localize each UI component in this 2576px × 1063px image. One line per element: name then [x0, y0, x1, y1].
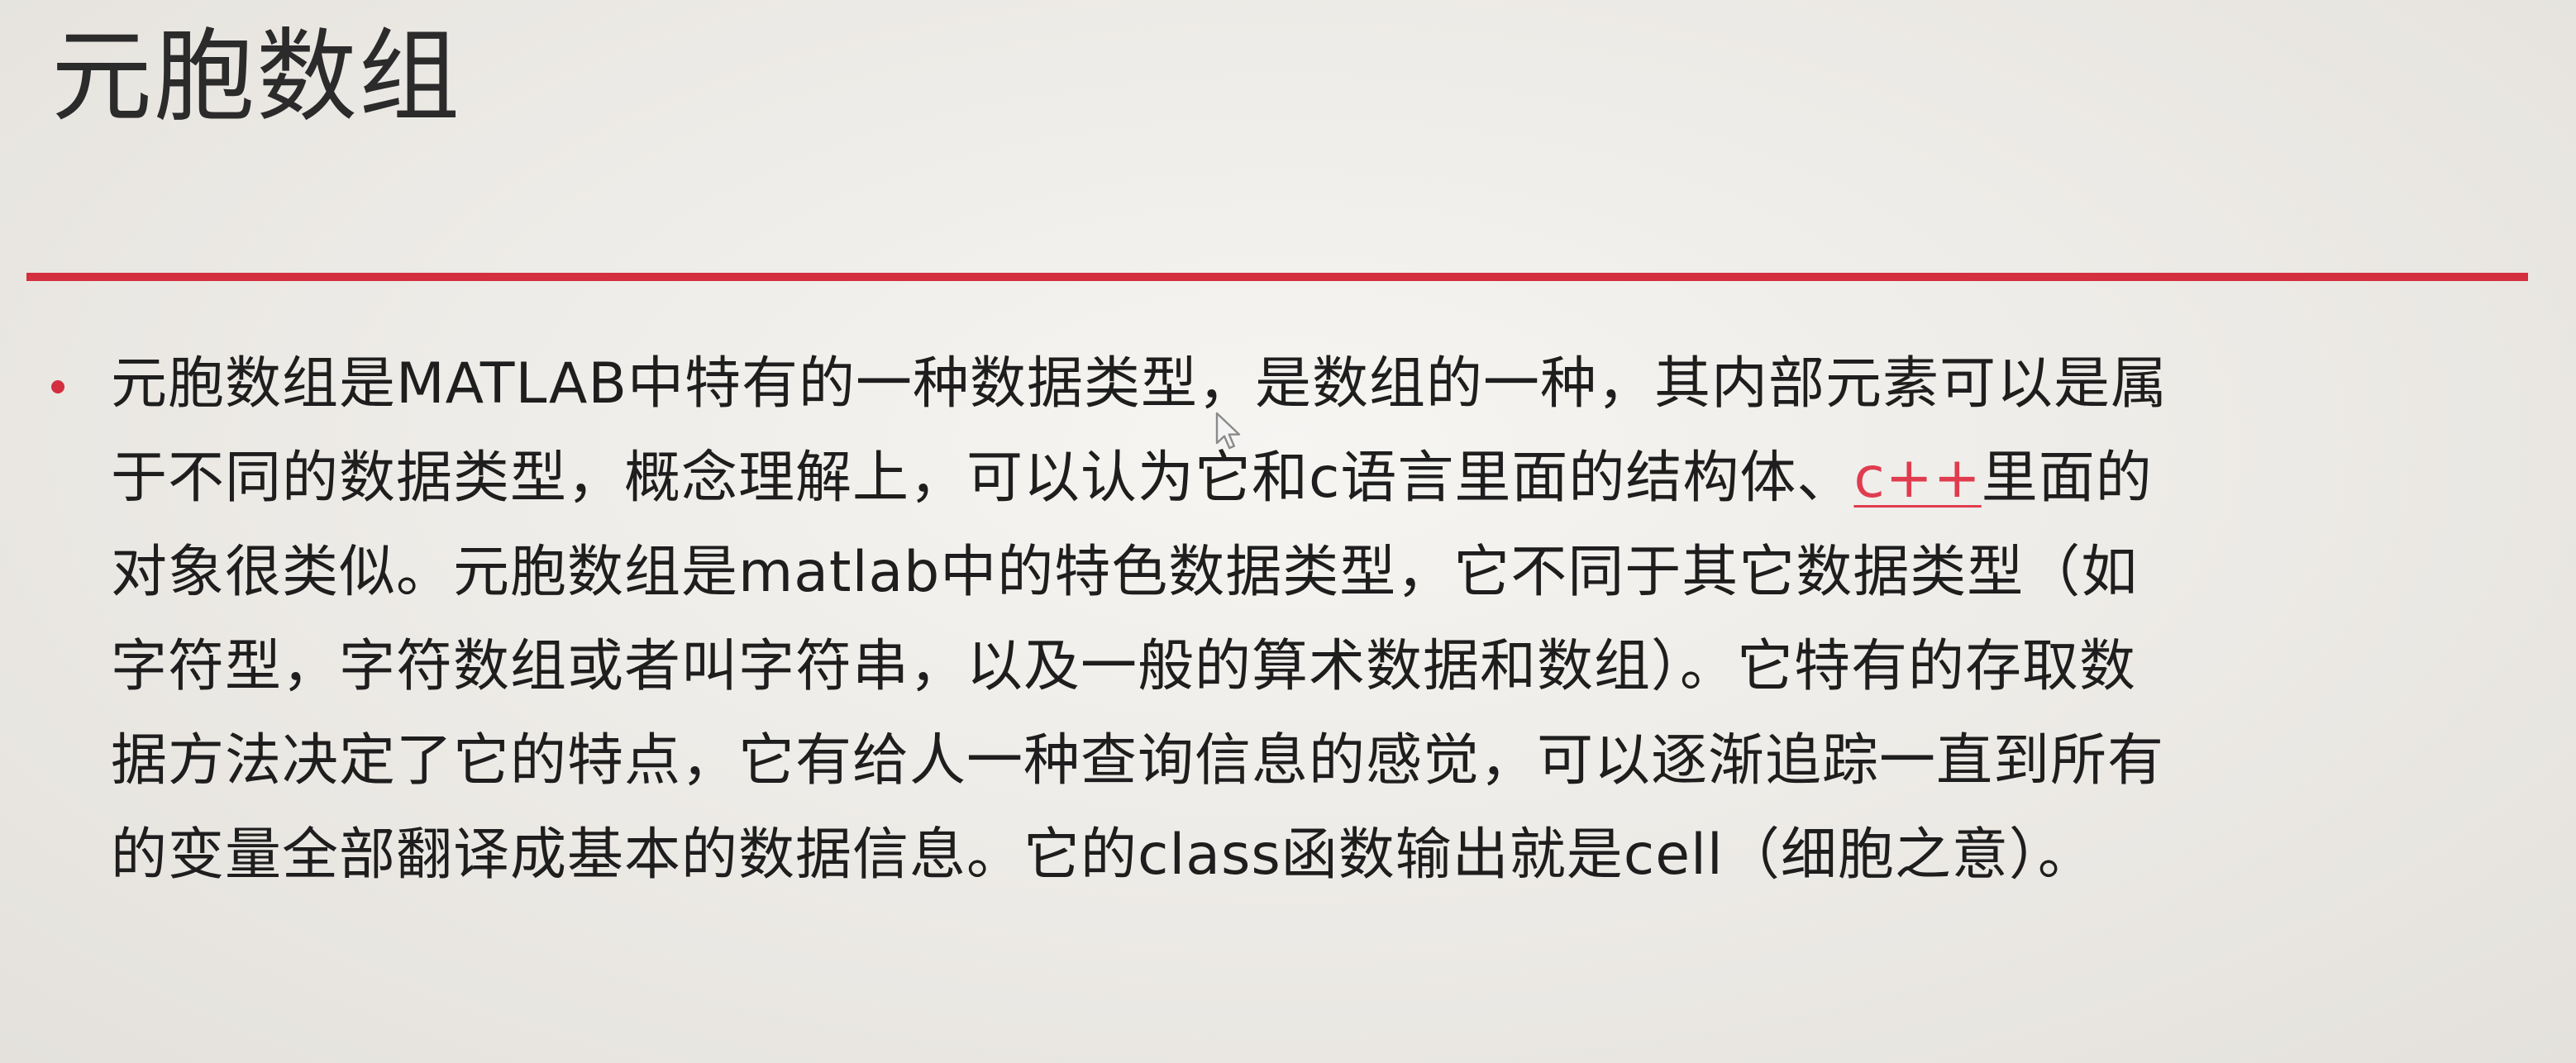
paragraph-line-2: 于不同的数据类型，概念理解上，可以认为它和c语言里面的结构体、c++里面的 — [111, 431, 2508, 526]
paragraph-line-4: 字符型，字符数组或者叫字符串，以及一般的算术数据和数组）。它特有的存取数 — [111, 634, 2137, 699]
paragraph-line-5: 据方法决定了它的特点，它有给人一种查询信息的感觉，可以逐渐追踪一直到所有 — [111, 728, 2165, 794]
slide: 元胞数组 元胞数组是MATLAB中特有的一种数据类型，是数组的一种，其内部元素可… — [0, 0, 2576, 1063]
line-2-text-end: 里面的 — [1981, 446, 2153, 511]
paragraph-line-1: 元胞数组是MATLAB中特有的一种数据类型，是数组的一种，其内部元素可以是属 — [111, 351, 2168, 417]
spellcheck-flagged-word: c++ — [1853, 446, 1982, 511]
slide-title: 元胞数组 — [51, 18, 461, 136]
line-2-text-start: 于不同的数据类型，概念理解上，可以认为它和c语言里面的结构体、 — [111, 446, 1854, 511]
paragraph-line-6: 的变量全部翻译成基本的数据信息。它的class函数输出就是cell（细胞之意）。 — [111, 822, 2095, 888]
mouse-cursor-icon — [1215, 412, 1241, 450]
paragraph-line-3: 对象很类似。元胞数组是matlab中的特色数据类型，它不同于其它数据类型（如 — [111, 540, 2139, 605]
bullet-dot-icon — [51, 380, 64, 393]
bullet-paragraph: 元胞数组是MATLAB中特有的一种数据类型，是数组的一种，其内部元素可以是属 于… — [111, 337, 2508, 903]
title-divider — [26, 273, 2528, 281]
